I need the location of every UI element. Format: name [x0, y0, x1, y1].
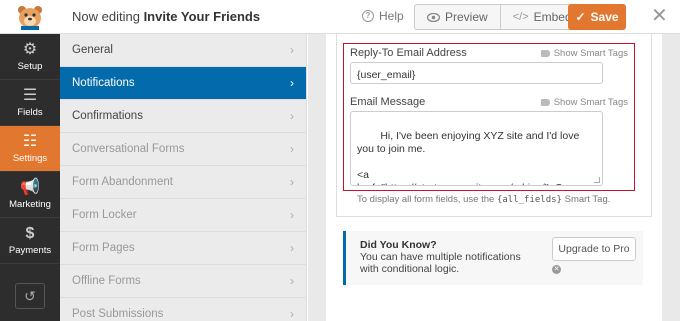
chevron-right-icon: ›: [290, 274, 294, 288]
smart-tags-label: Show Smart Tags: [553, 97, 628, 108]
list-icon: ☰: [22, 86, 38, 104]
chevron-right-icon: ›: [290, 208, 294, 222]
close-icon[interactable]: ✕: [651, 6, 668, 26]
email-message-text: Hi, I've been enjoying XYZ site and I'd …: [357, 130, 583, 185]
megaphone-icon: 📢: [20, 178, 40, 196]
reply-to-label: Reply-To Email Address: [350, 47, 467, 59]
chevron-right-icon: ›: [290, 109, 294, 123]
preview-label: Preview: [445, 10, 488, 24]
sidebar-item-fields[interactable]: ☰ Fields: [0, 80, 60, 126]
dollar-icon: $: [25, 224, 35, 242]
menu-item-label: Post Submissions: [72, 308, 164, 320]
embed-label: Embed: [533, 10, 572, 24]
menu-item-label: Confirmations: [72, 110, 143, 122]
editing-prefix: Now editing: [72, 9, 140, 24]
menu-item-form-abandonment[interactable]: Form Abandonment ›: [60, 166, 306, 199]
menu-item-post-submissions[interactable]: Post Submissions ›: [60, 298, 306, 321]
sidebar-item-label: Fields: [17, 106, 43, 118]
save-label: Save: [590, 10, 619, 24]
eye-icon: [427, 12, 440, 22]
dismiss-icon[interactable]: ✕: [552, 265, 561, 274]
notice-text: You can have multiple notifications with…: [360, 251, 521, 275]
email-message-label: Email Message: [350, 96, 426, 108]
sidebar-item-label: Settings: [12, 152, 48, 164]
menu-item-label: Form Locker: [72, 209, 137, 221]
code-icon: </>: [512, 11, 529, 23]
sidebar-item-marketing[interactable]: 📢 Marketing: [0, 172, 60, 218]
smart-tags-label: Show Smart Tags: [553, 48, 628, 59]
history-icon[interactable]: ↺: [15, 283, 45, 309]
show-smart-tags-link[interactable]: Show Smart Tags: [540, 97, 628, 108]
chevron-right-icon: ›: [290, 142, 294, 156]
gear-icon: ⚙: [22, 40, 38, 58]
menu-item-confirmations[interactable]: Confirmations ›: [60, 100, 306, 133]
checkmark-icon: ✓: [575, 10, 586, 24]
help-label: Help: [379, 9, 404, 23]
menu-item-label: Form Abandonment: [72, 176, 174, 188]
highlight-box: Reply-To Email Address Show Smart Tags {…: [343, 43, 635, 191]
upgrade-to-pro-button[interactable]: Upgrade to Pro: [552, 237, 636, 261]
menu-item-label: Form Pages: [72, 242, 135, 254]
menu-item-form-locker[interactable]: Form Locker ›: [60, 199, 306, 232]
bear-mascot-icon: [18, 6, 42, 30]
menu-item-general[interactable]: General ›: [60, 34, 306, 67]
reply-to-email-input[interactable]: {user_email}: [350, 62, 603, 84]
chevron-right-icon: ›: [290, 76, 294, 90]
did-you-know-notice: Did You Know? You can have multiple noti…: [343, 231, 643, 285]
sidebar-item-label: Setup: [17, 60, 43, 72]
settings-content: Reply-To Email Address Show Smart Tags {…: [308, 34, 680, 321]
notifications-panel: Reply-To Email Address Show Smart Tags {…: [326, 34, 662, 321]
menu-item-offline-forms[interactable]: Offline Forms ›: [60, 265, 306, 298]
hint-code: {all_fields}: [496, 195, 562, 205]
sidebar-item-label: Marketing: [9, 198, 51, 210]
menu-item-label: Conversational Forms: [72, 143, 185, 155]
sidebar-item-settings[interactable]: ☷ Settings: [0, 126, 60, 172]
chevron-right-icon: ›: [290, 307, 294, 321]
tag-icon: [540, 99, 550, 106]
preview-embed-group: Preview </> Embed: [414, 4, 585, 30]
sidebar-item-label: Payments: [8, 244, 52, 256]
chevron-right-icon: ›: [290, 241, 294, 255]
menu-item-conversational-forms[interactable]: Conversational Forms ›: [60, 133, 306, 166]
menu-item-form-pages[interactable]: Form Pages ›: [60, 232, 306, 265]
notice-title: Did You Know?: [360, 239, 437, 251]
all-fields-hint: To display all form fields, use the {all…: [357, 194, 610, 205]
settings-menu: General › Notifications › Confirmations …: [60, 34, 307, 321]
top-bar: Now editing Invite Your Friends ? Help P…: [0, 0, 680, 34]
chevron-right-icon: ›: [290, 175, 294, 189]
builder-sidebar: ⚙ Setup ☰ Fields ☷ Settings 📢 Marketing …: [0, 34, 60, 321]
hint-prefix: To display all form fields, use the: [357, 194, 495, 205]
menu-item-label: General: [72, 44, 113, 56]
save-button[interactable]: ✓ Save: [568, 4, 626, 30]
chevron-right-icon: ›: [290, 43, 294, 57]
show-smart-tags-link[interactable]: Show Smart Tags: [540, 48, 628, 59]
menu-item-label: Notifications: [72, 77, 135, 89]
resize-handle-icon[interactable]: [594, 177, 600, 183]
editing-title: Now editing Invite Your Friends: [72, 9, 260, 24]
hint-suffix: Smart Tag.: [564, 194, 611, 205]
sliders-icon: ☷: [22, 132, 38, 150]
menu-item-notifications[interactable]: Notifications ›: [60, 67, 306, 100]
question-circle-icon: ?: [362, 10, 374, 22]
preview-button[interactable]: Preview: [415, 5, 500, 29]
wpforms-logo: [0, 0, 60, 34]
sidebar-item-setup[interactable]: ⚙ Setup: [0, 34, 60, 80]
menu-item-label: Offline Forms: [72, 275, 141, 287]
tag-icon: [540, 50, 550, 57]
sidebar-item-payments[interactable]: $ Payments: [0, 218, 60, 264]
form-name: Invite Your Friends: [143, 9, 261, 24]
email-message-textarea[interactable]: Hi, I've been enjoying XYZ site and I'd …: [350, 111, 603, 186]
help-button[interactable]: ? Help: [362, 9, 404, 23]
